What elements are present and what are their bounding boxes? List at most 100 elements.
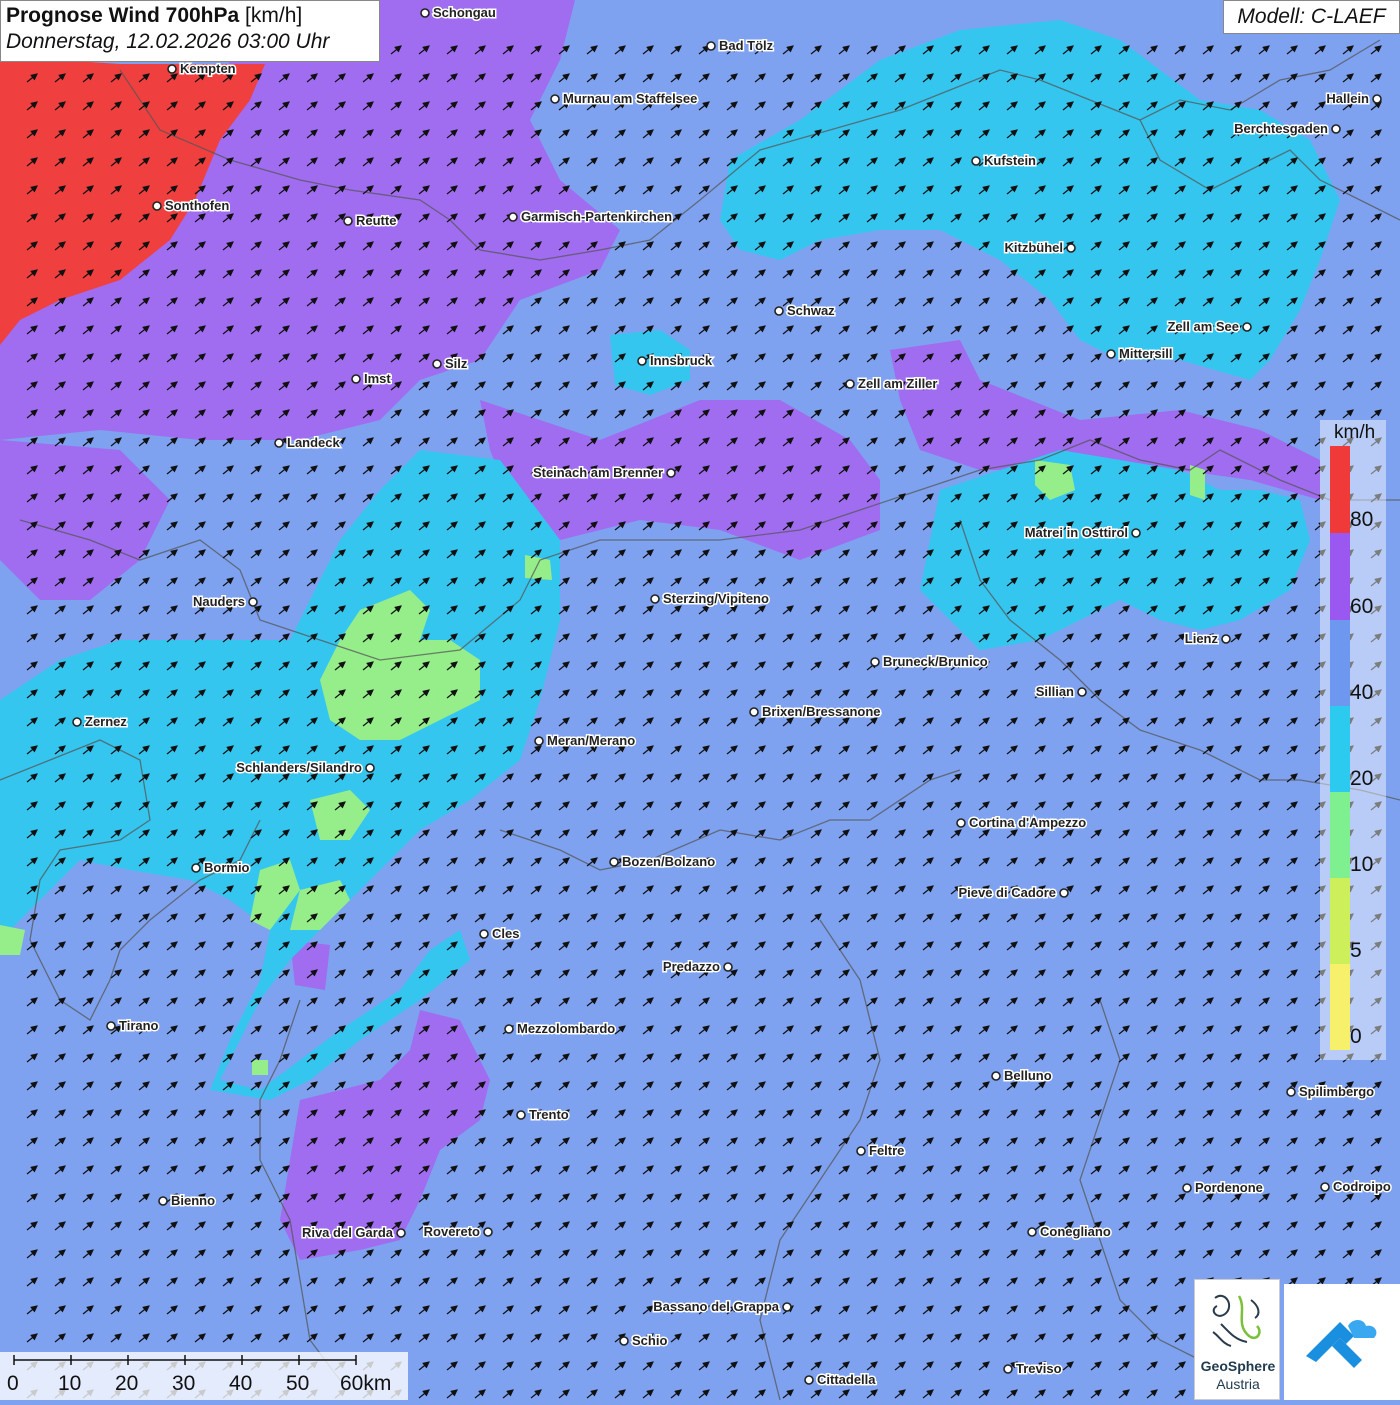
city-label: Pieve di Cadore (958, 885, 1056, 900)
city-label: Innsbruck (650, 353, 713, 368)
city-label: Cortina d'Ampezzo (969, 815, 1086, 830)
city-dot (483, 1227, 493, 1237)
city-marker: Garmisch-Partenkirchen (508, 208, 674, 226)
city-dot (637, 356, 647, 366)
cloud-app-logo[interactable] (1284, 1284, 1400, 1400)
map-title-box: Prognose Wind 700hPa [km/h] Donnerstag, … (0, 0, 380, 62)
city-label: Pordenone (1195, 1180, 1263, 1195)
city-dot (516, 1110, 526, 1120)
legend-band-10 (1330, 792, 1350, 878)
city-dot (650, 594, 660, 604)
city-marker: Pordenone (1182, 1179, 1264, 1197)
legend-band-40 (1330, 620, 1350, 706)
city-dot (666, 468, 676, 478)
city-dot (158, 1196, 168, 1206)
city-label: Cittadella (817, 1372, 876, 1387)
legend-band-20 (1330, 706, 1350, 792)
city-dot (619, 1336, 629, 1346)
city-label: Bassano del Grappa (653, 1299, 779, 1314)
city-dot (1182, 1183, 1192, 1193)
city-dot (782, 1302, 792, 1312)
city-dot (804, 1375, 814, 1385)
scale-label: 30 (172, 1372, 196, 1395)
city-label: Treviso (1016, 1361, 1062, 1376)
city-dot (856, 1146, 866, 1156)
city-label: Tirano (119, 1018, 159, 1033)
city-label: Spilimbergo (1299, 1084, 1374, 1099)
city-dot (191, 863, 201, 873)
city-label: Berchtesgaden (1234, 121, 1328, 136)
legend-tick: 40 (1350, 681, 1374, 704)
legend-tick: 0 (1350, 1025, 1362, 1048)
city-marker: Zell am Ziller (845, 375, 939, 393)
legend-band-80 (1330, 446, 1350, 533)
city-dot (534, 736, 544, 746)
city-dot (991, 1071, 1001, 1081)
city-marker: Conegliano (1027, 1223, 1112, 1241)
city-label: Zell am Ziller (858, 376, 937, 391)
scale-bar-line (13, 1355, 357, 1365)
city-dot (1131, 528, 1141, 538)
city-dot (72, 717, 82, 727)
city-dot (1286, 1087, 1296, 1097)
city-label: Bruneck/Brunico (883, 654, 988, 669)
scale-label: 50 (286, 1372, 310, 1395)
city-label: Belluno (1004, 1068, 1052, 1083)
city-marker: Schongau (420, 4, 497, 22)
city-label: Lienz (1185, 631, 1219, 646)
city-label: Hallein (1326, 91, 1369, 106)
map-title-unit: [km/h] (245, 4, 303, 27)
city-label: Schongau (433, 5, 496, 20)
city-dot (1242, 322, 1252, 332)
city-dot (508, 212, 518, 222)
city-label: Schio (632, 1333, 667, 1348)
geosphere-logo[interactable]: GeoSphere Austria (1194, 1279, 1280, 1400)
city-dot (343, 216, 353, 226)
city-label: Kitzbühel (1005, 240, 1064, 255)
scale-label: 0 (7, 1372, 19, 1395)
city-dot (706, 41, 716, 51)
city-dot (609, 857, 619, 867)
city-marker: Meran/Merano (534, 732, 637, 750)
city-dot (432, 359, 442, 369)
city-dot (749, 707, 759, 717)
city-dot (1059, 888, 1069, 898)
city-marker: Riva del Garda (300, 1224, 406, 1242)
city-marker: Brixen/Bressanone (749, 703, 882, 721)
city-label: Feltre (869, 1143, 904, 1158)
legend-tick: 5 (1350, 939, 1362, 962)
city-dot (774, 306, 784, 316)
legend-band-60 (1330, 533, 1350, 620)
city-marker: Pieve di Cadore (957, 884, 1069, 902)
city-dot (274, 438, 284, 448)
forecast-datetime: Donnerstag, 12.02.2026 03:00 Uhr (6, 30, 330, 53)
city-dot (870, 657, 880, 667)
city-dot (1320, 1182, 1330, 1192)
city-dot (1372, 94, 1382, 104)
city-dot (1221, 634, 1231, 644)
city-label: Sterzing/Vipiteno (663, 591, 769, 606)
city-label: Bozen/Bolzano (622, 854, 715, 869)
city-label: Bormio (204, 860, 250, 875)
legend-tick: 60 (1350, 595, 1374, 618)
city-marker: Innsbruck (637, 352, 714, 370)
map-title: Prognose Wind 700hPa [km/h] (6, 4, 374, 28)
city-dot (106, 1021, 116, 1031)
scale-bar: 0 10 20 30 40 50 60km (0, 1352, 408, 1400)
city-dot (479, 929, 489, 939)
city-label: Mezzolombardo (517, 1021, 615, 1036)
city-marker: Murnau am Staffelsee (550, 90, 699, 108)
wind-map: Schongau Bad Tölz Kempten Murnau am Staffel… (0, 0, 1400, 1400)
city-label: Reutte (356, 213, 396, 228)
city-label: Nauders (193, 594, 245, 609)
legend-tick: 80 (1350, 508, 1374, 531)
city-dot (396, 1228, 406, 1238)
scale-label: 20 (115, 1372, 139, 1395)
city-dot (248, 597, 258, 607)
legend-band-0 (1330, 964, 1350, 1050)
map-title-text: Prognose Wind 700hPa (6, 4, 240, 27)
city-marker: Spilimbergo (1286, 1083, 1376, 1101)
city-label: Meran/Merano (547, 733, 635, 748)
city-marker: Bassano del Grappa (652, 1298, 792, 1316)
city-dot (1027, 1227, 1037, 1237)
